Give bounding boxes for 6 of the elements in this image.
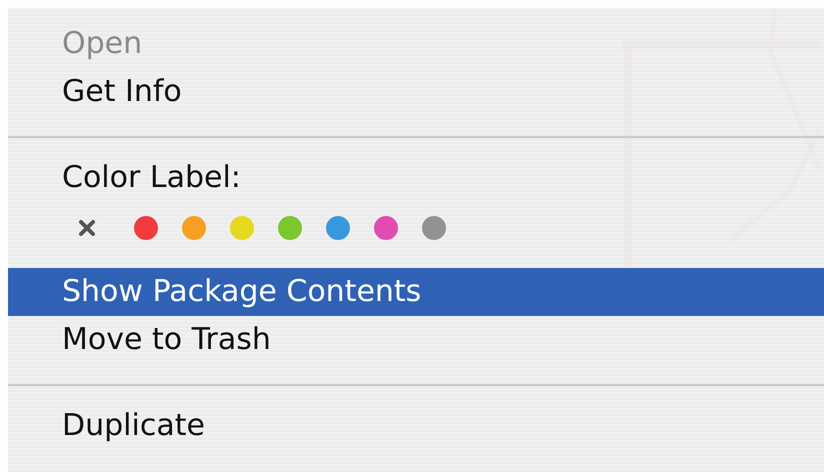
menu-item[interactable]: Move to Trash <box>8 316 824 364</box>
menu-item[interactable]: Show Package Contents <box>8 268 824 316</box>
color-label-heading: Color Label: <box>61 159 242 197</box>
menu-item[interactable]: Get Info <box>8 68 824 116</box>
remove-label-icon[interactable] <box>78 219 96 237</box>
menu-item[interactable]: Duplicate <box>8 402 824 450</box>
